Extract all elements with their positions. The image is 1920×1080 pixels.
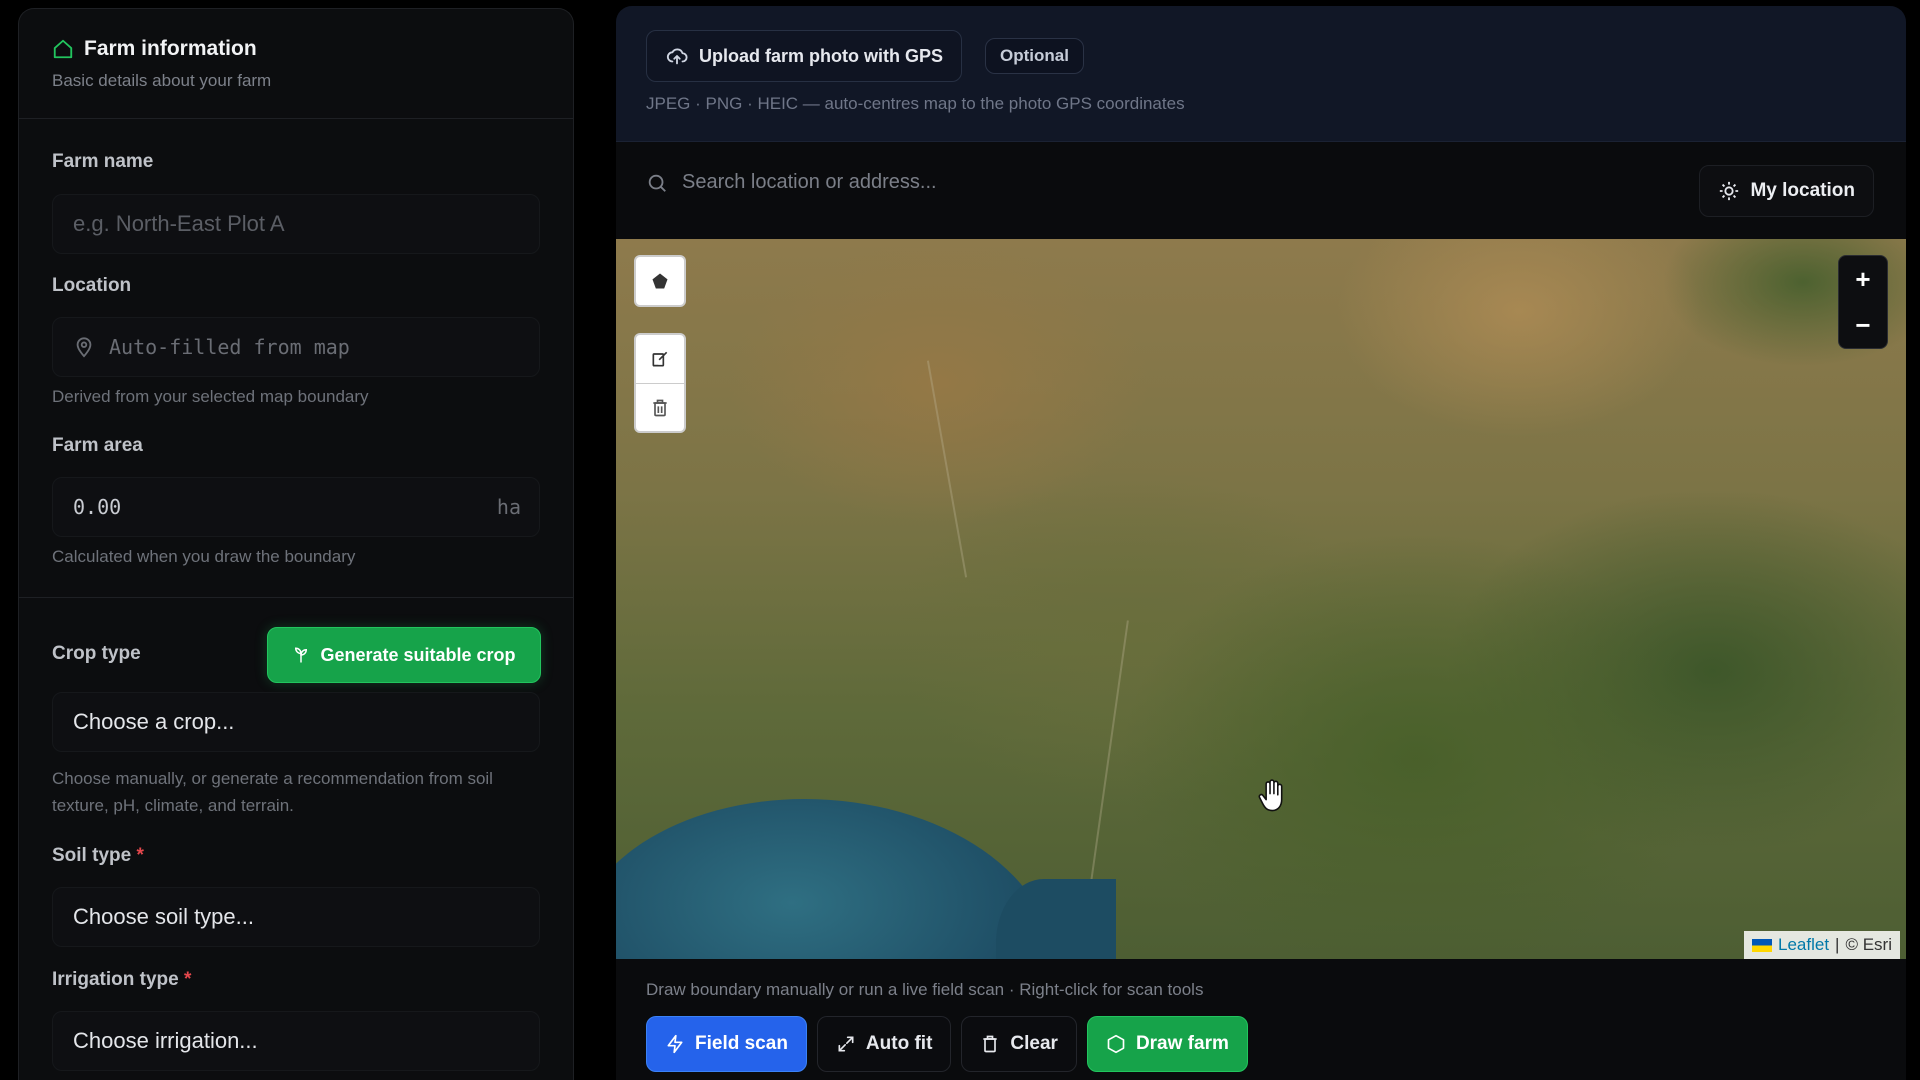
crop-help: Choose manually, or generate a recommend… bbox=[52, 769, 493, 815]
search-bar: Search location or address... My locatio… bbox=[616, 143, 1906, 239]
zoom-in-button[interactable]: + bbox=[1839, 256, 1887, 302]
farm-info-header: Farm information Basic details about you… bbox=[19, 9, 573, 119]
soil-select-value: Choose soil type... bbox=[73, 904, 254, 929]
draw-polygon-button[interactable] bbox=[636, 257, 684, 305]
farm-name-label: Farm name bbox=[52, 151, 154, 172]
crosshair-icon bbox=[1720, 181, 1739, 201]
farm-name-input[interactable]: e.g. North-East Plot A bbox=[52, 194, 540, 254]
edit-icon bbox=[652, 351, 668, 367]
crop-select-value: Choose a crop... bbox=[73, 709, 235, 734]
edit-control bbox=[634, 333, 686, 433]
map-sea bbox=[616, 799, 1056, 959]
my-location-button[interactable]: My location bbox=[1699, 165, 1874, 217]
clear-button[interactable]: Clear bbox=[961, 1016, 1077, 1072]
attribution-separator: | bbox=[1835, 935, 1840, 954]
upload-photo-button[interactable]: Upload farm photo with GPS bbox=[646, 30, 962, 82]
soil-type-label: Soil type * bbox=[52, 845, 144, 867]
location-search-input[interactable]: Search location or address... bbox=[646, 171, 937, 194]
zoom-control: + − bbox=[1838, 255, 1888, 349]
map-panel: Upload farm photo with GPS Optional JPEG… bbox=[616, 6, 1906, 1080]
upload-bar: Upload farm photo with GPS Optional JPEG… bbox=[616, 6, 1906, 142]
auto-fit-button[interactable]: Auto fit bbox=[816, 1016, 952, 1072]
zoom-out-button[interactable]: − bbox=[1839, 302, 1887, 348]
farm-info-title: Farm information bbox=[84, 37, 257, 60]
farm-area-input[interactable]: 0.00 ha bbox=[52, 477, 540, 537]
clear-label: Clear bbox=[1010, 1033, 1058, 1054]
crop-select[interactable]: Choose a crop... bbox=[52, 692, 540, 752]
search-placeholder: Search location or address... bbox=[682, 171, 937, 193]
lightning-icon bbox=[667, 1034, 683, 1054]
house-icon bbox=[53, 39, 73, 59]
hand-cursor-icon bbox=[1258, 779, 1283, 812]
irrigation-required-mark: * bbox=[183, 969, 192, 990]
trash-icon bbox=[983, 1035, 998, 1053]
ukraine-flag-icon bbox=[1752, 938, 1772, 952]
soil-select[interactable]: Choose soil type... bbox=[52, 887, 540, 947]
map-actions: Field scan Auto fit Clear Draw farm bbox=[646, 1016, 1248, 1072]
search-icon bbox=[648, 174, 666, 192]
leaflet-link[interactable]: Leaflet bbox=[1778, 935, 1829, 955]
location-label: Location bbox=[52, 275, 132, 296]
field-scan-button[interactable]: Field scan bbox=[646, 1016, 807, 1072]
irrigation-select[interactable]: Choose irrigation... bbox=[52, 1011, 540, 1071]
upload-photo-label: Upload farm photo with GPS bbox=[699, 45, 943, 66]
optional-badge: Optional bbox=[985, 38, 1084, 74]
trash-icon bbox=[653, 399, 667, 416]
esri-attribution: © Esri bbox=[1845, 935, 1892, 954]
field-scan-label: Field scan bbox=[695, 1033, 788, 1054]
map-river bbox=[1085, 620, 1129, 918]
farm-name-placeholder: e.g. North-East Plot A bbox=[73, 211, 285, 236]
hexagon-icon bbox=[1107, 1034, 1125, 1054]
crop-type-label: Crop type bbox=[52, 643, 141, 664]
edit-layers-button[interactable] bbox=[636, 335, 684, 383]
farm-area-unit: ha bbox=[496, 495, 521, 519]
location-input[interactable]: Auto-filled from map bbox=[52, 317, 540, 377]
soil-required-mark: * bbox=[136, 845, 144, 866]
irrigation-type-label-text: Irrigation type bbox=[52, 969, 179, 990]
sprout-icon bbox=[295, 647, 308, 663]
irrigation-type-label: Irrigation type * bbox=[52, 969, 191, 991]
map-river bbox=[926, 360, 968, 578]
auto-fit-label: Auto fit bbox=[865, 1033, 933, 1054]
my-location-label: My location bbox=[1750, 180, 1855, 201]
farm-area-label: Farm area bbox=[52, 435, 143, 456]
farm-area-help: Calculated when you draw the boundary bbox=[52, 547, 356, 566]
delete-layers-button[interactable] bbox=[636, 383, 684, 431]
satellite-map[interactable]: + − Leaflet | © Esri bbox=[616, 239, 1906, 959]
farm-info-panel: Farm information Basic details about you… bbox=[18, 8, 574, 1080]
generate-crop-label: Generate suitable crop bbox=[320, 644, 516, 665]
cloud-upload-icon bbox=[666, 48, 688, 65]
farm-info-title-row: Farm information bbox=[52, 37, 257, 61]
farm-info-subtitle: Basic details about your farm bbox=[52, 71, 272, 90]
map-attribution: Leaflet | © Esri bbox=[1744, 931, 1900, 959]
expand-icon bbox=[838, 1036, 854, 1052]
draw-farm-label: Draw farm bbox=[1135, 1033, 1229, 1054]
draw-polygon-control[interactable] bbox=[634, 255, 686, 307]
polygon-icon bbox=[652, 273, 668, 289]
irrigation-select-value: Choose irrigation... bbox=[73, 1028, 258, 1053]
location-placeholder: Auto-filled from map bbox=[109, 335, 350, 359]
farm-area-value: 0.00 bbox=[73, 495, 122, 519]
draw-farm-button[interactable]: Draw farm bbox=[1086, 1016, 1248, 1072]
upload-help: JPEG · PNG · HEIC — auto-centres map to … bbox=[646, 94, 1185, 113]
section-divider bbox=[19, 597, 573, 598]
soil-type-label-text: Soil type bbox=[52, 845, 132, 866]
map-pin-icon bbox=[76, 337, 92, 358]
generate-crop-button[interactable]: Generate suitable crop bbox=[267, 627, 541, 683]
location-help: Derived from your selected map boundary bbox=[52, 387, 369, 406]
map-help: Draw boundary manually or run a live fie… bbox=[646, 980, 1204, 999]
